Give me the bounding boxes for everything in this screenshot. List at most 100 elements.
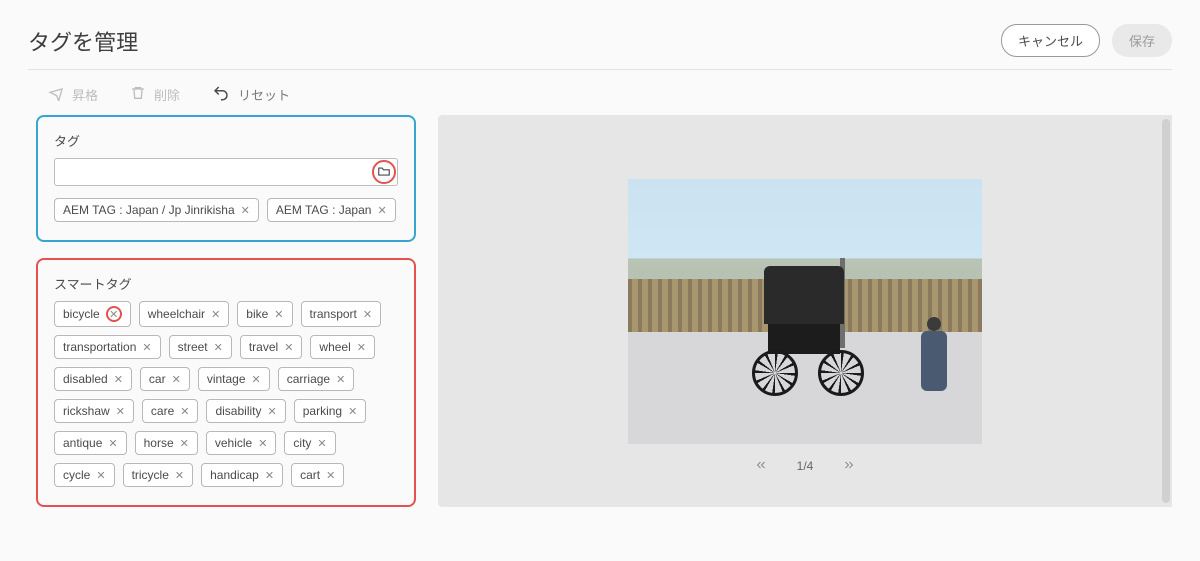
tag-chip[interactable]: wheelchair ✕ [139,301,230,327]
remove-tag-icon[interactable]: ✕ [258,437,267,450]
folder-icon [377,164,391,181]
tag-chip[interactable]: antique ✕ [54,431,127,455]
remove-tag-icon[interactable]: ✕ [180,405,189,418]
promote-action: 昇格 [48,85,98,104]
tag-action-toolbar: 昇格 削除 リセット [0,70,1200,115]
remove-tag-icon[interactable]: ✕ [377,204,386,217]
tag-chip-label: travel [249,340,278,354]
remove-tag-icon[interactable]: ✕ [114,373,123,386]
tag-chip-label: handicap [210,468,259,482]
remove-tag-icon[interactable]: ✕ [252,373,261,386]
tag-chip[interactable]: disability ✕ [206,399,285,423]
delete-label: 削除 [154,85,180,104]
tag-chip-label: AEM TAG : Japan / Jp Jinrikisha [63,203,235,217]
tag-chip-label: tricycle [132,468,169,482]
tag-chip[interactable]: disabled✕ [54,367,132,391]
tag-chip-label: bicycle [63,307,100,321]
tag-input[interactable] [54,158,398,186]
preview-area: 1/4 [438,115,1172,507]
tag-chip-label: cart [300,468,320,482]
remove-tag-icon[interactable]: ✕ [96,469,105,482]
preview-scrollbar[interactable] [1162,119,1170,503]
tag-chip-label: disability [215,404,261,418]
tag-chip-label: bike [246,307,268,321]
tag-chip[interactable]: travel ✕ [240,335,303,359]
smart-tags-list: bicycle✕wheelchair✕bike✕transport✕transp… [54,301,398,487]
remove-tag-icon[interactable]: ✕ [108,437,117,450]
tag-chip-label: wheelchair [148,307,205,321]
tag-chip-label: carriage [287,372,330,386]
tag-chip[interactable]: carriage ✕ [278,367,355,391]
browse-tags-button[interactable] [372,160,396,184]
remove-tag-icon[interactable]: ✕ [175,469,184,482]
remove-tag-icon[interactable]: ✕ [116,405,125,418]
tag-chip[interactable]: bicycle ✕ [54,301,131,327]
tags-panel: タグ AEM TAG : Japan / Jp Jinrikisha✕AEM T… [36,115,416,242]
tag-chip[interactable]: AEM TAG : Japan / Jp Jinrikisha ✕ [54,198,259,222]
remove-tag-icon[interactable]: ✕ [211,308,220,321]
tag-chip[interactable]: vehicle✕ [206,431,277,455]
tag-chip[interactable]: rickshaw ✕ [54,399,134,423]
tag-chip-label: antique [63,436,102,450]
delete-action: 削除 [130,85,180,104]
remove-tag-icon[interactable]: ✕ [326,469,335,482]
reset-label: リセット [238,85,290,104]
tag-chip[interactable]: parking ✕ [294,399,367,423]
remove-tag-icon[interactable]: ✕ [214,341,223,354]
remove-tag-icon[interactable]: ✕ [265,469,274,482]
tag-chip[interactable]: city ✕ [284,431,335,455]
tag-chip[interactable]: transportation ✕ [54,335,161,359]
tag-chip-label: wheel [319,340,350,354]
tag-chip-label: car [149,372,166,386]
remove-tag-icon[interactable]: ✕ [142,341,151,354]
page-title: タグを管理 [28,25,138,57]
remove-tag-icon[interactable]: ✕ [241,204,250,217]
smart-tags-panel-title: スマートタグ [54,274,398,293]
tag-chip[interactable]: bike ✕ [237,301,292,327]
trash-icon [130,85,146,104]
tag-chip-label: rickshaw [63,404,110,418]
tag-chip[interactable]: tricycle ✕ [123,463,194,487]
promote-label: 昇格 [72,85,98,104]
remove-tag-icon[interactable]: ✕ [357,341,366,354]
remove-tag-icon[interactable]: ✕ [317,437,326,450]
tag-chip-label: AEM TAG : Japan [276,203,372,217]
tag-chip[interactable]: AEM TAG : Japan ✕ [267,198,396,222]
tag-chip[interactable]: cart ✕ [291,463,344,487]
tags-list: AEM TAG : Japan / Jp Jinrikisha✕AEM TAG … [54,198,398,222]
tag-chip[interactable]: vintage✕ [198,367,270,391]
remove-tag-icon[interactable]: ✕ [172,373,181,386]
smart-tags-panel: スマートタグ bicycle✕wheelchair✕bike✕transport… [36,258,416,507]
tag-chip[interactable]: horse ✕ [135,431,198,455]
pager-label: 1/4 [797,459,814,473]
tag-chip[interactable]: street✕ [169,335,232,359]
pager-prev-button[interactable] [753,458,769,474]
tag-chip-label: city [293,436,311,450]
tag-chip-label: transportation [63,340,136,354]
pager-next-button[interactable] [841,458,857,474]
tag-chip[interactable]: car ✕ [140,367,190,391]
tag-chip[interactable]: wheel ✕ [310,335,375,359]
remove-tag-icon[interactable]: ✕ [274,308,283,321]
tag-chip-label: transport [310,307,357,321]
reset-action[interactable]: リセット [212,84,290,105]
tag-chip[interactable]: transport ✕ [301,301,382,327]
tags-panel-title: タグ [54,131,398,150]
remove-tag-icon[interactable]: ✕ [284,341,293,354]
remove-tag-icon[interactable]: ✕ [180,437,189,450]
tag-chip-label: care [151,404,174,418]
remove-tag-icon[interactable]: ✕ [268,405,277,418]
save-button: 保存 [1112,24,1172,57]
undo-icon [212,84,230,105]
remove-tag-icon[interactable]: ✕ [348,405,357,418]
remove-tag-icon[interactable]: ✕ [363,308,372,321]
tag-chip[interactable]: cycle✕ [54,463,115,487]
header-actions: キャンセル 保存 [1001,24,1172,57]
cancel-button[interactable]: キャンセル [1001,24,1100,57]
tag-chip-label: parking [303,404,342,418]
tag-chip-label: horse [144,436,174,450]
tag-chip[interactable]: handicap ✕ [201,463,283,487]
remove-tag-icon[interactable]: ✕ [106,306,122,322]
remove-tag-icon[interactable]: ✕ [336,373,345,386]
tag-chip[interactable]: care ✕ [142,399,199,423]
